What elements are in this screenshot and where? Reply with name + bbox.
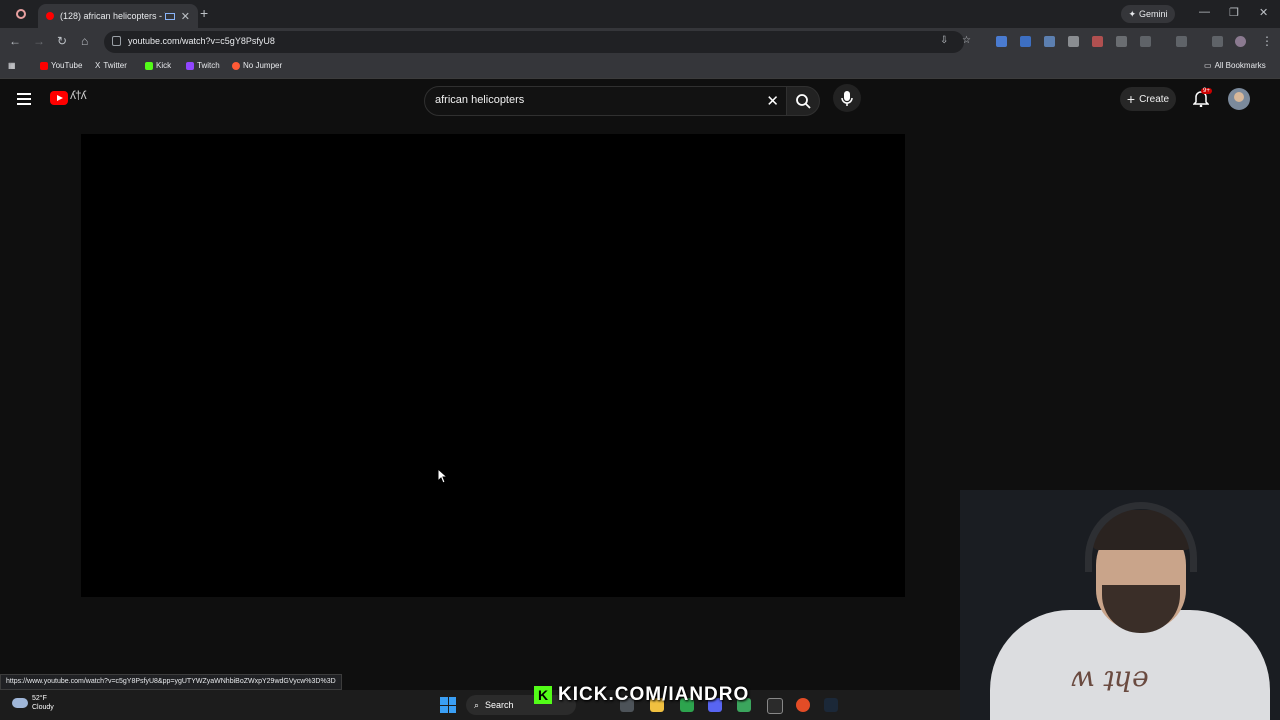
forward-icon[interactable]: → — [33, 34, 45, 48]
link-status-bar: https://www.youtube.com/watch?v=c5gY8Psf… — [0, 674, 342, 690]
x-icon: X — [95, 61, 101, 70]
reading-list-icon[interactable] — [1212, 36, 1223, 47]
youtube-logo[interactable] — [50, 91, 68, 105]
back-icon[interactable]: ← — [9, 34, 21, 48]
kick-url-text: KICK.COM/IANDRO — [558, 684, 750, 705]
extensions-puzzle-icon[interactable] — [1140, 36, 1151, 47]
bookmarks-bar: ▦ YouTube X Twitter Kick Twitch No Jumper… — [0, 56, 1280, 79]
folder-icon: ▭ — [1204, 61, 1212, 70]
youtube-doodle-logo[interactable]: ʎ†ʎ — [70, 88, 106, 106]
bookmark-kick[interactable]: Kick — [145, 61, 171, 70]
browser-toolbar: ← → ↻ ⌂ youtube.com/watch?v=c5gY8PsfyU8 … — [0, 28, 1280, 56]
close-tab-icon[interactable]: ✕ — [181, 10, 190, 23]
create-label: Create — [1139, 93, 1170, 105]
more-menu-icon[interactable]: ⋮ — [1261, 34, 1273, 48]
youtube-masthead: ʎ†ʎ african helicopters ✕ + Create 9+ — [0, 80, 1280, 120]
clear-search-icon[interactable]: ✕ — [766, 92, 779, 110]
tab-audio-icon[interactable] — [164, 12, 175, 20]
bookmark-label: Twitter — [103, 61, 127, 70]
kick-icon — [145, 61, 153, 70]
account-avatar[interactable] — [1228, 88, 1250, 110]
bookmark-no-jumper[interactable]: No Jumper — [232, 61, 282, 70]
gemini-button[interactable]: ✦ Gemini — [1121, 5, 1175, 23]
new-tab-button[interactable]: + — [200, 5, 208, 21]
minimize-icon[interactable]: — — [1199, 6, 1210, 18]
search-icon: ⌕ — [474, 699, 480, 710]
browser-tabstrip: (128) african helicopters - Y ✕ + ✦ Gemi… — [0, 0, 1280, 28]
mouse-cursor-icon — [437, 468, 449, 484]
kick-logo-icon: K — [534, 686, 552, 704]
browser-tab-youtube[interactable]: (128) african helicopters - Y ✕ — [38, 4, 198, 28]
bookmark-label: Kick — [156, 61, 172, 70]
extension-icon-5[interactable] — [1092, 36, 1103, 47]
search-query[interactable]: african helicopters — [435, 94, 524, 106]
profile-icon[interactable] — [16, 9, 26, 19]
temperature: 52°F — [32, 695, 47, 702]
voice-search-button[interactable] — [833, 84, 861, 112]
reddit-icon — [232, 61, 240, 70]
restore-icon[interactable]: ❐ — [1229, 6, 1239, 19]
search-button[interactable] — [786, 86, 820, 116]
steam-icon[interactable] — [824, 698, 838, 712]
bookmark-star-icon[interactable]: ☆ — [962, 35, 971, 46]
reload-icon[interactable]: ↻ — [57, 34, 67, 48]
start-button[interactable] — [440, 697, 456, 713]
video-player[interactable] — [81, 134, 905, 597]
bookmark-youtube[interactable]: YouTube — [40, 61, 82, 70]
extension-icon-6[interactable] — [1116, 36, 1127, 47]
tab-title: (128) african helicopters - Y — [60, 11, 165, 21]
extension-icon-1[interactable] — [996, 36, 1007, 47]
extension-icon-3[interactable] — [1044, 36, 1055, 47]
weather-condition: Cloudy — [32, 704, 54, 711]
extension-icon-4[interactable] — [1068, 36, 1079, 47]
install-app-icon[interactable]: ⇩ — [940, 35, 948, 46]
kick-stream-overlay: K KICK.COM/IANDRO — [534, 684, 749, 706]
taskbar-app-icon-4[interactable] — [767, 698, 783, 714]
home-icon[interactable]: ⌂ — [81, 34, 88, 48]
site-info-icon[interactable] — [112, 36, 121, 46]
microphone-icon — [841, 91, 853, 106]
bookmark-twitter[interactable]: X Twitter — [95, 61, 127, 70]
profile-avatar-icon[interactable] — [1235, 36, 1246, 47]
close-window-icon[interactable]: ✕ — [1259, 6, 1268, 19]
side-panel-icon[interactable] — [1176, 36, 1187, 47]
bookmark-label: Twitch — [197, 61, 220, 70]
twitch-icon — [186, 61, 194, 70]
youtube-favicon-icon — [46, 12, 54, 20]
streamer-webcam: ʍ ʇɥǝ — [960, 490, 1280, 720]
plus-icon: + — [1126, 91, 1136, 107]
weather-widget[interactable]: 52°F Cloudy — [12, 694, 54, 712]
bookmark-label: YouTube — [51, 61, 83, 70]
bookmark-label: No Jumper — [243, 61, 283, 70]
bookmark-twitch[interactable]: Twitch — [186, 61, 220, 70]
extension-icon-2[interactable] — [1020, 36, 1031, 47]
all-bookmarks-label: All Bookmarks — [1214, 61, 1266, 70]
all-bookmarks[interactable]: ▭ All Bookmarks — [1204, 61, 1266, 70]
url-text[interactable]: youtube.com/watch?v=c5gY8PsfyU8 — [128, 36, 275, 46]
taskbar-search-label: Search — [485, 700, 514, 710]
search-input[interactable]: african helicopters ✕ — [424, 86, 788, 116]
chrome-icon[interactable] — [796, 698, 810, 712]
create-button[interactable]: + Create — [1120, 87, 1176, 111]
gemini-icon: ✦ — [1128, 8, 1137, 19]
gemini-label: Gemini — [1139, 9, 1168, 19]
cloud-icon — [12, 698, 28, 708]
headset-icon — [1085, 502, 1197, 572]
hamburger-menu-icon[interactable] — [17, 93, 31, 105]
search-icon — [796, 94, 811, 109]
youtube-icon — [40, 61, 48, 70]
notification-badge: 9+ — [1201, 88, 1212, 94]
apps-grid-icon[interactable]: ▦ — [8, 61, 16, 70]
address-bar[interactable]: youtube.com/watch?v=c5gY8PsfyU8 ⇩ ☆ — [104, 31, 971, 53]
